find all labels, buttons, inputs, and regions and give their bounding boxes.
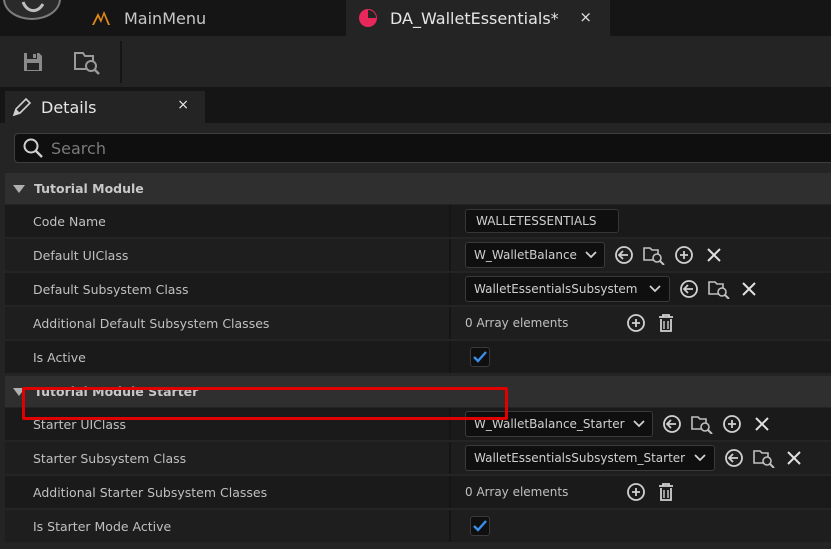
close-details-icon[interactable]: × bbox=[177, 97, 189, 113]
default-uiclass-combo[interactable]: W_WalletBalance bbox=[465, 242, 605, 268]
checkmark-icon bbox=[473, 520, 487, 532]
toolbar-separator bbox=[120, 41, 122, 83]
save-button[interactable] bbox=[16, 46, 50, 78]
column-divider bbox=[449, 239, 451, 271]
property-label: Additional Starter Subsystem Classes bbox=[33, 484, 268, 500]
unreal-logo-icon[interactable] bbox=[3, 0, 61, 20]
use-selected-arrow-icon[interactable] bbox=[661, 413, 683, 435]
collapse-arrow-icon bbox=[13, 184, 25, 193]
browse-folder-icon[interactable] bbox=[753, 447, 775, 469]
pencil-icon bbox=[12, 97, 32, 117]
tab-mainmenu-label: MainMenu bbox=[124, 8, 207, 28]
combo-value: WalletEssentialsSubsystem_Starter bbox=[474, 451, 686, 465]
property-row-default-uiclass: Default UIClass W_WalletBalance bbox=[5, 239, 831, 271]
search-icon bbox=[23, 138, 43, 158]
close-tab-icon[interactable]: × bbox=[579, 8, 592, 26]
add-element-icon[interactable] bbox=[625, 481, 647, 503]
property-label: Is Starter Mode Active bbox=[33, 518, 172, 534]
property-label: Is Active bbox=[33, 349, 86, 365]
column-divider bbox=[449, 442, 451, 474]
default-subsystem-combo[interactable]: WalletEssentialsSubsystem bbox=[465, 276, 670, 302]
trash-icon[interactable] bbox=[655, 312, 677, 334]
details-tab-label: Details bbox=[41, 97, 97, 117]
property-label: Code Name bbox=[33, 213, 106, 229]
property-row-starter-subsystem-class: Starter Subsystem Class WalletEssentials… bbox=[5, 442, 831, 474]
save-icon bbox=[24, 53, 42, 71]
property-row-code-name: Code Name WALLETESSENTIALS bbox=[5, 205, 831, 237]
browse-folder-icon bbox=[74, 52, 100, 75]
use-selected-arrow-icon[interactable] bbox=[613, 244, 635, 266]
clear-x-icon[interactable] bbox=[703, 244, 725, 266]
property-label: Default UIClass bbox=[33, 247, 129, 263]
highlight-box bbox=[22, 387, 508, 420]
column-divider bbox=[449, 510, 451, 542]
is-active-checkbox[interactable] bbox=[470, 347, 490, 367]
add-plus-icon[interactable] bbox=[721, 413, 743, 435]
property-row-default-subsystem-class: Default Subsystem Class WalletEssentials… bbox=[5, 273, 831, 305]
array-count: 0 Array elements bbox=[465, 316, 569, 330]
use-selected-arrow-icon[interactable] bbox=[678, 278, 700, 300]
details-tab[interactable]: Details × bbox=[5, 91, 205, 123]
browse-folder-icon[interactable] bbox=[708, 278, 730, 300]
chevron-down-icon bbox=[632, 420, 645, 428]
browse-folder-icon[interactable] bbox=[643, 244, 665, 266]
level-icon bbox=[90, 9, 112, 27]
chevron-down-icon bbox=[585, 251, 597, 259]
add-plus-icon[interactable] bbox=[673, 244, 695, 266]
trash-icon[interactable] bbox=[655, 481, 677, 503]
combo-value: WalletEssentialsSubsystem bbox=[474, 282, 638, 296]
combo-value: W_WalletBalance bbox=[474, 248, 577, 262]
chevron-down-icon bbox=[694, 454, 706, 462]
category-label: Tutorial Module bbox=[34, 181, 144, 196]
property-row-additional-starter-subsystem-classes: Additional Starter Subsystem Classes 0 A… bbox=[5, 476, 831, 508]
property-label: Default Subsystem Class bbox=[33, 281, 189, 297]
is-starter-mode-active-checkbox[interactable] bbox=[470, 516, 490, 536]
property-label: Additional Default Subsystem Classes bbox=[33, 315, 270, 331]
property-row-additional-default-subsystem-classes: Additional Default Subsystem Classes 0 A… bbox=[5, 307, 831, 339]
browse-folder-icon[interactable] bbox=[691, 413, 713, 435]
chevron-down-icon bbox=[649, 285, 661, 293]
column-divider bbox=[449, 273, 451, 305]
browse-to-asset-button[interactable] bbox=[70, 46, 104, 78]
clear-x-icon[interactable] bbox=[783, 447, 805, 469]
use-selected-arrow-icon[interactable] bbox=[723, 447, 745, 469]
category-tutorial-module[interactable]: Tutorial Module bbox=[5, 173, 831, 204]
tab-mainmenu[interactable]: MainMenu bbox=[84, 0, 344, 36]
column-divider bbox=[449, 341, 451, 373]
column-divider bbox=[449, 476, 451, 508]
array-count: 0 Array elements bbox=[465, 485, 569, 499]
starter-subsystem-combo[interactable]: WalletEssentialsSubsystem_Starter bbox=[465, 445, 715, 471]
asset-toolbar bbox=[0, 36, 831, 87]
column-divider bbox=[449, 205, 451, 237]
search-input[interactable] bbox=[51, 138, 811, 158]
document-tab-bar: MainMenu DA_WalletEssentials* × bbox=[0, 0, 831, 36]
checkmark-icon bbox=[473, 351, 487, 363]
search-box[interactable] bbox=[14, 133, 831, 163]
property-row-is-active: Is Active bbox=[5, 341, 831, 373]
tab-da-walletessentials[interactable]: DA_WalletEssentials* × bbox=[346, 0, 610, 36]
property-label: Starter Subsystem Class bbox=[33, 450, 187, 466]
clear-x-icon[interactable] bbox=[738, 278, 760, 300]
code-name-field[interactable]: WALLETESSENTIALS bbox=[465, 209, 619, 233]
clear-x-icon[interactable] bbox=[751, 413, 773, 435]
tab-da-walletessentials-label: DA_WalletEssentials* bbox=[390, 8, 559, 28]
add-element-icon[interactable] bbox=[625, 312, 647, 334]
property-row-is-starter-mode-active: Is Starter Mode Active bbox=[5, 510, 831, 542]
data-asset-icon bbox=[358, 8, 378, 28]
column-divider bbox=[449, 307, 451, 339]
